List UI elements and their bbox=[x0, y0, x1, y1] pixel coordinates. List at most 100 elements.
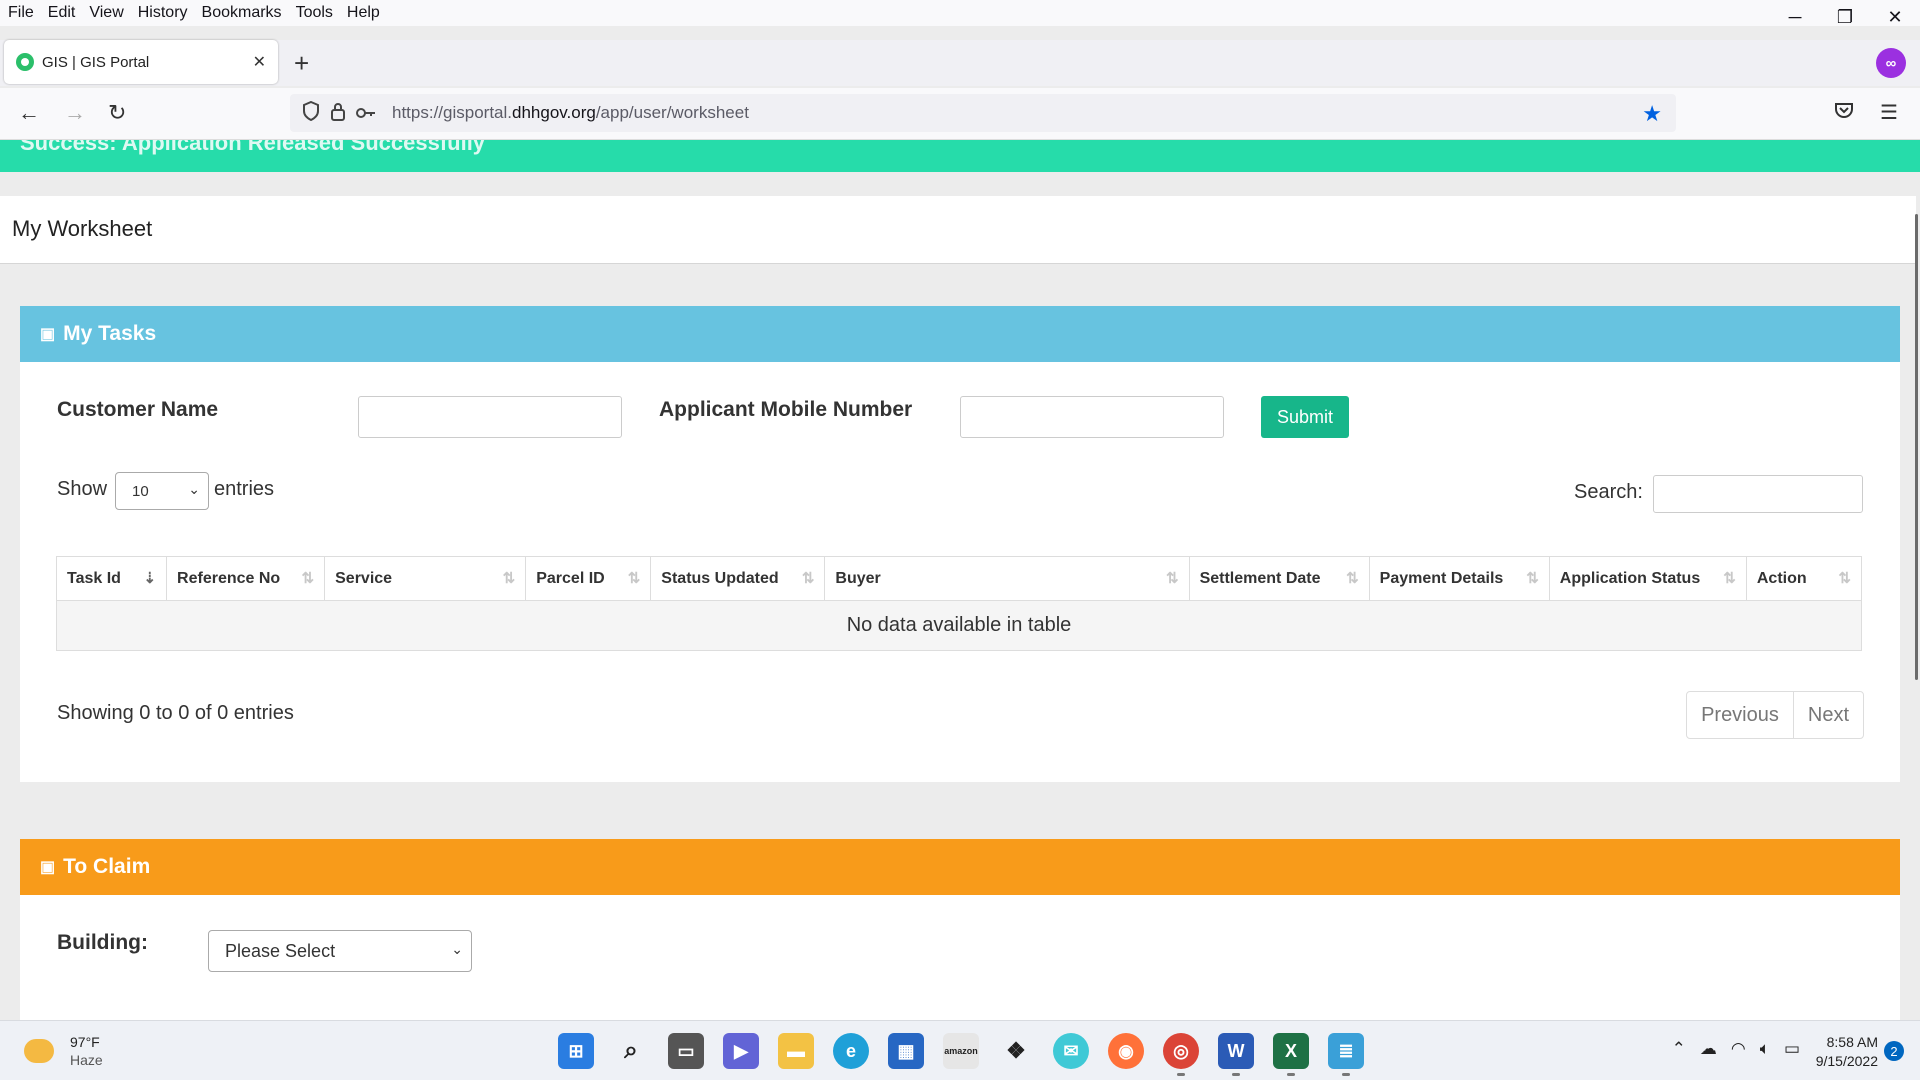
key-icon[interactable] bbox=[356, 103, 376, 124]
success-alert: Success: Application Released Successful… bbox=[0, 140, 1920, 172]
submit-button[interactable]: Submit bbox=[1261, 396, 1349, 438]
weather-widget[interactable]: 97°F Haze bbox=[24, 1033, 103, 1069]
file-explorer-icon[interactable]: ▬ bbox=[778, 1033, 814, 1069]
teams-chat-icon[interactable]: ▶ bbox=[723, 1033, 759, 1069]
sort-icon: ⇅ bbox=[1346, 570, 1359, 587]
volume-icon[interactable]: 🔈︎ bbox=[1760, 1039, 1770, 1059]
clock-date: 9/15/2022 bbox=[1815, 1053, 1878, 1069]
to-claim-header: ▣ To Claim bbox=[20, 839, 1900, 895]
close-window-button[interactable]: ✕ bbox=[1870, 0, 1920, 34]
chevron-up-icon[interactable]: ⌃ bbox=[1672, 1039, 1686, 1059]
sort-icon: ⇅ bbox=[627, 570, 641, 587]
column-reference-no[interactable]: Reference No ⇅ bbox=[166, 556, 326, 601]
notepad-icon[interactable]: ≣ bbox=[1328, 1033, 1364, 1076]
empty-table-message: No data available in table bbox=[56, 600, 1862, 651]
url-text: https://gisportal.dhhgov.org/app/user/wo… bbox=[392, 103, 749, 122]
restore-button[interactable]: ❐ bbox=[1820, 0, 1870, 34]
column-action[interactable]: Action ⇅ bbox=[1745, 556, 1863, 601]
column-service[interactable]: Service ⇅ bbox=[324, 556, 527, 601]
column-parcel-id[interactable]: Parcel ID ⇅ bbox=[525, 556, 652, 601]
my-tasks-panel: ▣ My Tasks Customer Name Applicant Mobil… bbox=[20, 306, 1900, 782]
entries-select-value: 10 bbox=[132, 482, 149, 500]
sort-asc-icon: ⇣ bbox=[143, 570, 157, 587]
shield-icon[interactable] bbox=[302, 100, 320, 126]
account-icon[interactable]: ∞ bbox=[1876, 48, 1906, 78]
word-icon[interactable]: W bbox=[1218, 1033, 1254, 1076]
mobile-number-input[interactable] bbox=[960, 396, 1224, 438]
sort-icon: ⇅ bbox=[502, 570, 516, 587]
microsoft-store-icon[interactable]: ▦ bbox=[888, 1033, 924, 1069]
clock[interactable]: 8:58 AM 9/15/2022 bbox=[1816, 1033, 1878, 1071]
navigation-bar: ← → ↻ https://gisportal.dhhgov.org/app/u… bbox=[0, 88, 1920, 140]
app-menu-icon[interactable]: ☰ bbox=[1880, 100, 1898, 125]
window-controls: ─ ❐ ✕ bbox=[1770, 0, 1920, 34]
pocket-icon[interactable] bbox=[1834, 100, 1854, 126]
column-buyer[interactable]: Buyer ⇅ bbox=[824, 556, 1190, 601]
sort-icon: ⇅ bbox=[1526, 570, 1539, 587]
system-tray: ⌃ ☁ ◠ 🔈︎ ▭ bbox=[1658, 1039, 1800, 1059]
my-tasks-header: ▣ My Tasks bbox=[20, 306, 1900, 362]
entries-select[interactable]: 10 ⌄ bbox=[115, 472, 209, 510]
battery-icon[interactable]: ▭ bbox=[1784, 1039, 1800, 1059]
taskbar-apps: ⊞ ⌕ ▭ ▶ ▬ e ▦ amazon ❖ ✉ ◉ ◎ W X ≣ bbox=[558, 1033, 1383, 1076]
menu-help[interactable]: Help bbox=[340, 4, 387, 22]
building-label: Building: bbox=[57, 931, 148, 954]
sort-icon: ⇅ bbox=[301, 570, 315, 587]
customer-name-label: Customer Name bbox=[57, 398, 219, 421]
table-row: No data available in table bbox=[56, 600, 1862, 651]
search-icon[interactable]: ⌕ bbox=[613, 1033, 649, 1069]
page-header: My Worksheet bbox=[0, 196, 1916, 264]
new-tab-button[interactable]: + bbox=[294, 48, 309, 79]
column-task-id[interactable]: Task Id ⇣ bbox=[55, 556, 168, 601]
table-info: Showing 0 to 0 of 0 entries bbox=[57, 702, 294, 724]
excel-icon[interactable]: X bbox=[1273, 1033, 1309, 1076]
menu-edit[interactable]: Edit bbox=[41, 4, 83, 22]
bookmark-star-icon[interactable]: ★ bbox=[1642, 101, 1662, 127]
column-status-updated[interactable]: Status Updated ⇅ bbox=[650, 556, 826, 601]
pagination: Previous Next bbox=[1686, 691, 1864, 739]
column-application-status[interactable]: Application Status ⇅ bbox=[1548, 556, 1747, 601]
amazon-icon[interactable]: amazon bbox=[943, 1033, 979, 1069]
menu-view[interactable]: View bbox=[82, 4, 130, 22]
search-input[interactable] bbox=[1653, 475, 1863, 513]
next-button[interactable]: Next bbox=[1792, 692, 1863, 738]
previous-button[interactable]: Previous bbox=[1687, 692, 1793, 738]
menu-tools[interactable]: Tools bbox=[289, 4, 340, 22]
menu-bookmarks[interactable]: Bookmarks bbox=[195, 4, 289, 22]
tab-close-icon[interactable]: ✕ bbox=[253, 52, 266, 72]
sort-icon: ⇅ bbox=[1166, 570, 1179, 587]
chevron-down-icon: ⌄ bbox=[451, 941, 463, 957]
reload-button[interactable]: ↻ bbox=[108, 100, 126, 126]
task-view-icon[interactable]: ▭ bbox=[668, 1033, 704, 1069]
sort-icon: ⇅ bbox=[801, 570, 815, 587]
wifi-icon[interactable]: ◠ bbox=[1731, 1039, 1746, 1059]
column-payment-details[interactable]: Payment Details ⇅ bbox=[1368, 556, 1550, 601]
haze-sun-icon bbox=[24, 1039, 54, 1063]
chrome-icon[interactable]: ◎ bbox=[1163, 1033, 1199, 1076]
firefox-icon[interactable]: ◉ bbox=[1108, 1033, 1144, 1069]
tab-gis-portal[interactable]: GIS | GIS Portal ✕ bbox=[4, 40, 278, 84]
back-button[interactable]: ← bbox=[18, 100, 40, 126]
page-scrollbar[interactable] bbox=[1915, 214, 1918, 680]
menu-file[interactable]: File bbox=[0, 4, 41, 22]
tasks-table: Task Id ⇣ Reference No ⇅ Service ⇅ Parcel I… bbox=[55, 556, 1863, 651]
tab-title: GIS | GIS Portal bbox=[42, 53, 150, 71]
page-title: My Worksheet bbox=[12, 216, 153, 241]
minimize-button[interactable]: ─ bbox=[1770, 0, 1820, 34]
sort-icon: ⇅ bbox=[1723, 570, 1736, 587]
mail-icon[interactable]: ✉ bbox=[1053, 1033, 1089, 1069]
id-card-icon: ▣ bbox=[40, 859, 56, 876]
address-bar[interactable]: https://gisportal.dhhgov.org/app/user/wo… bbox=[290, 94, 1676, 132]
notification-badge[interactable]: 2 bbox=[1884, 1041, 1904, 1061]
column-settlement-date[interactable]: Settlement Date ⇅ bbox=[1188, 556, 1370, 601]
temperature: 97°F bbox=[70, 1034, 100, 1050]
start-icon[interactable]: ⊞ bbox=[558, 1033, 594, 1069]
menu-history[interactable]: History bbox=[131, 4, 195, 22]
building-select[interactable]: Please Select ⌄ bbox=[208, 930, 472, 972]
forward-button[interactable]: → bbox=[64, 100, 86, 126]
edge-icon[interactable]: e bbox=[833, 1033, 869, 1069]
onedrive-icon[interactable]: ☁ bbox=[1700, 1039, 1717, 1059]
customer-name-input[interactable] bbox=[358, 396, 622, 438]
dropbox-icon[interactable]: ❖ bbox=[998, 1033, 1034, 1069]
lock-icon[interactable] bbox=[330, 101, 346, 126]
